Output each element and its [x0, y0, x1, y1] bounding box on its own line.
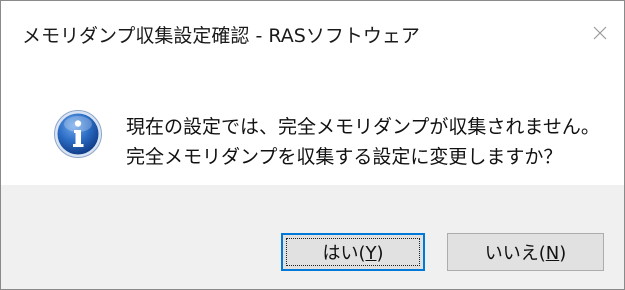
info-icon [54, 110, 102, 158]
no-button-label: いいえ(N) [485, 239, 567, 265]
no-label-suffix: ) [559, 243, 567, 264]
message-line-1: 現在の設定では、完全メモリダンプが収集されません。 [126, 116, 600, 138]
yes-label-suffix: ) [376, 243, 384, 264]
button-bar: はい(Y) いいえ(N) [1, 185, 624, 289]
close-icon [593, 26, 607, 40]
dialog-message: 現在の設定では、完全メモリダンプが収集されません。 完全メモリダンプを収集する設… [126, 112, 600, 172]
yes-label-prefix: はい( [322, 243, 366, 264]
close-button[interactable] [576, 13, 624, 53]
message-dialog: メモリダンプ収集設定確認 - RASソフトウェア 現在の設定では、完全メモリダン… [0, 0, 625, 290]
title-bar[interactable]: メモリダンプ収集設定確認 - RASソフトウェア [1, 1, 624, 59]
no-mnemonic: N [545, 243, 560, 264]
yes-button[interactable]: はい(Y) [281, 233, 425, 271]
no-label-prefix: いいえ( [484, 243, 546, 264]
dialog-content: 現在の設定では、完全メモリダンプが収集されません。 完全メモリダンプを収集する設… [1, 59, 624, 185]
yes-button-label: はい(Y) [322, 239, 383, 265]
message-line-2: 完全メモリダンプを収集する設定に変更しますか？ [126, 146, 563, 168]
window-title: メモリダンプ収集設定確認 - RASソフトウェア [22, 25, 420, 47]
no-button[interactable]: いいえ(N) [447, 233, 604, 271]
yes-mnemonic: Y [365, 243, 377, 264]
